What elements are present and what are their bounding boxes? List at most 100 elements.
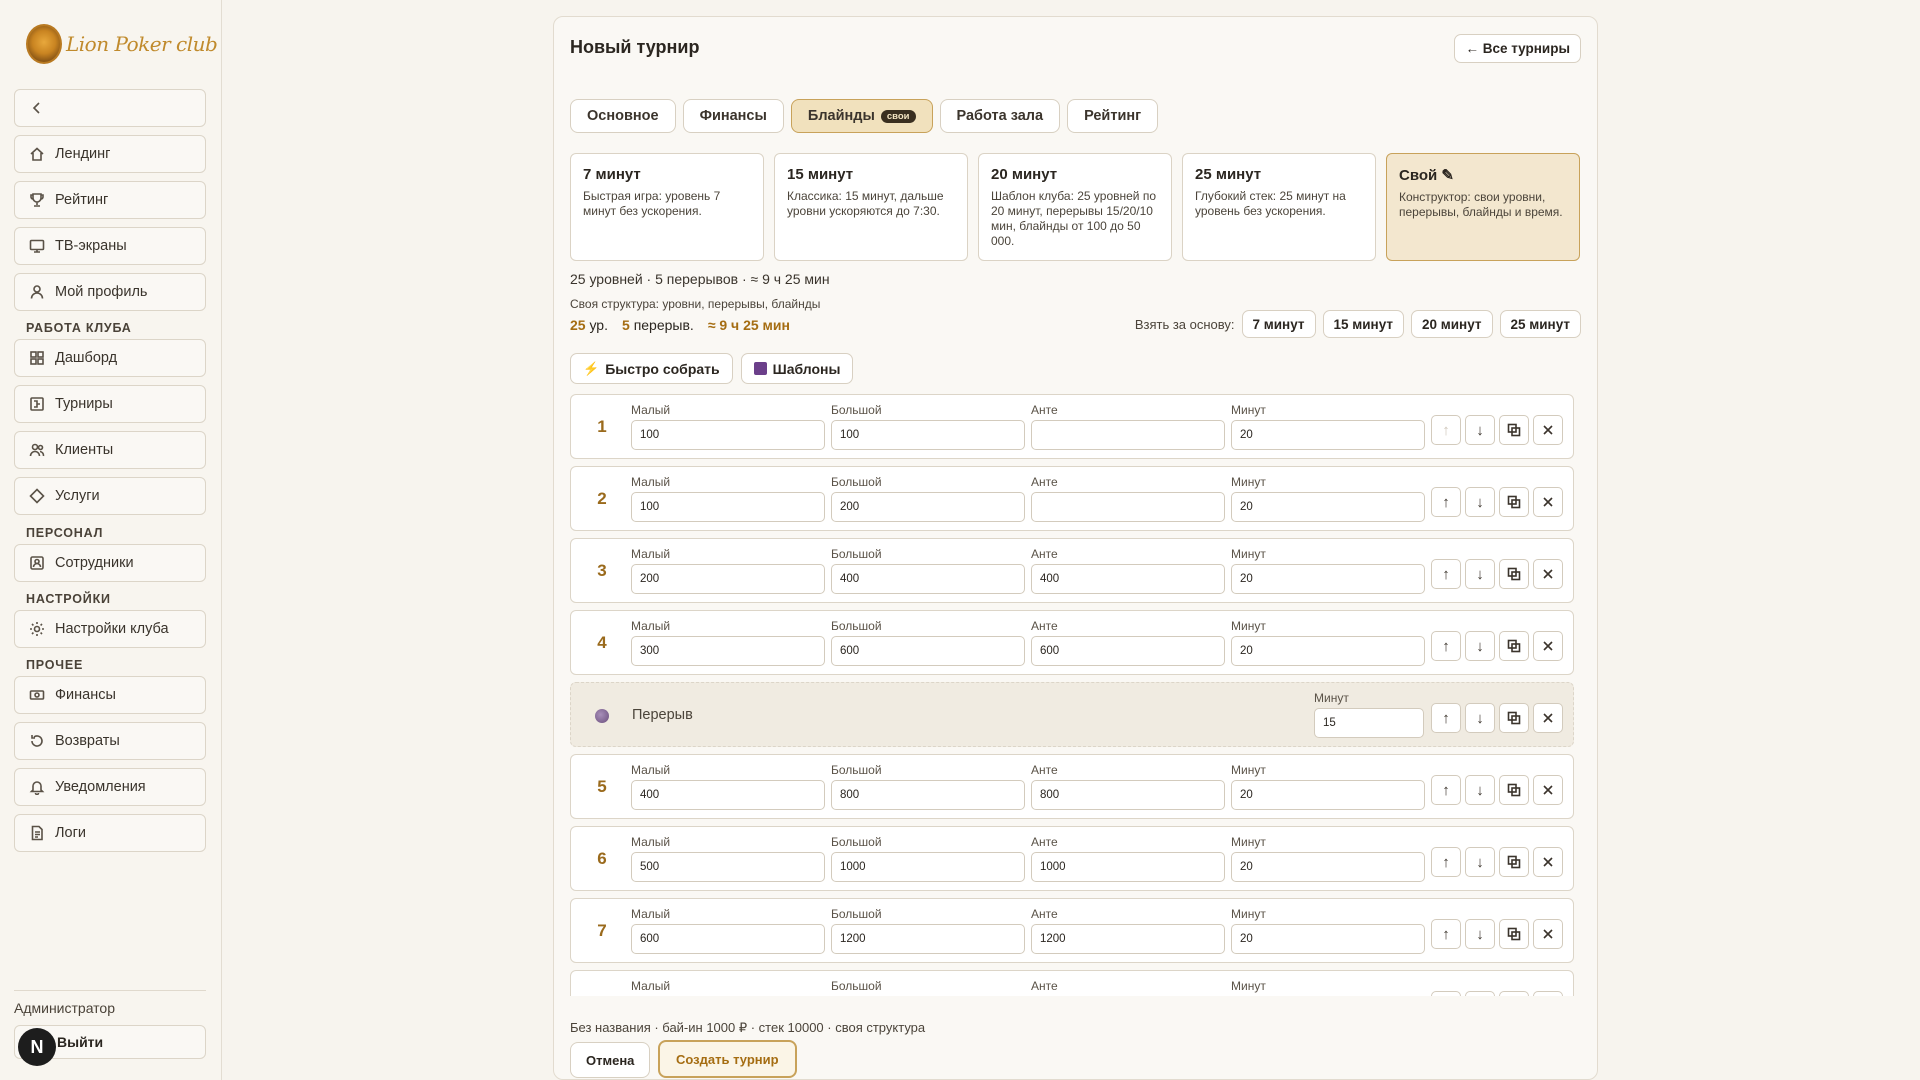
small-input[interactable]: 100 (631, 492, 825, 522)
move-up-button[interactable]: ↑ (1431, 631, 1461, 661)
delete-button[interactable] (1533, 703, 1563, 733)
delete-button[interactable] (1533, 415, 1563, 445)
move-down-button[interactable]: ↓ (1465, 487, 1495, 517)
sidebar-item-dashboard[interactable]: Дашборд (14, 339, 206, 377)
minutes-input[interactable]: 20 (1231, 564, 1425, 594)
sidebar-item-profile[interactable]: Мой профиль (14, 273, 206, 311)
small-input[interactable]: 400 (631, 780, 825, 810)
create-tournament-button[interactable]: Создать турнир (658, 1040, 797, 1078)
ante-input[interactable]: 1000 (1031, 852, 1225, 882)
preset-custom[interactable]: Свой ✎ Конструктор: свои уровни, перерывы… (1386, 153, 1580, 261)
sidebar-item-rating[interactable]: Рейтинг (14, 181, 206, 219)
big-input[interactable]: 600 (831, 636, 1025, 666)
preset-15-min[interactable]: 15 минут Классика: 15 минут, дальше уровн… (774, 153, 968, 261)
move-down-button[interactable]: ↓ (1465, 919, 1495, 949)
minutes-input[interactable]: 20 (1231, 852, 1425, 882)
minutes-input[interactable]: 20 (1231, 636, 1425, 666)
tab-rating[interactable]: Рейтинг (1067, 99, 1159, 133)
delete-button[interactable] (1533, 847, 1563, 877)
base-25-min-button[interactable]: 25 минут (1499, 310, 1581, 338)
sidebar-item-refunds[interactable]: Возвраты (14, 722, 206, 760)
move-up-button[interactable]: ↑ (1431, 847, 1461, 877)
preset-7-min[interactable]: 7 минут Быстрая игра: уровень 7 минут без… (570, 153, 764, 261)
sidebar-item-notifications[interactable]: Уведомления (14, 768, 206, 806)
move-up-button[interactable]: ↑ (1431, 775, 1461, 805)
sidebar-collapse-button[interactable] (14, 89, 206, 127)
big-input[interactable]: 1200 (831, 924, 1025, 954)
sidebar-item-services[interactable]: Услуги (14, 477, 206, 515)
big-input[interactable]: 400 (831, 564, 1025, 594)
move-down-button[interactable]: ↓ (1465, 415, 1495, 445)
tab-hall-work[interactable]: Работа зала (939, 99, 1061, 133)
move-down-button[interactable]: ↓ (1465, 847, 1495, 877)
move-down-button[interactable]: ↓ (1465, 559, 1495, 589)
move-down-button[interactable]: ↓ (1465, 775, 1495, 805)
delete-button[interactable] (1533, 487, 1563, 517)
minutes-input[interactable]: 20 (1231, 492, 1425, 522)
big-input[interactable]: 200 (831, 492, 1025, 522)
minutes-input[interactable]: 20 (1231, 780, 1425, 810)
minutes-input[interactable]: 20 (1231, 420, 1425, 450)
delete-button[interactable] (1533, 775, 1563, 805)
small-input[interactable]: 600 (631, 924, 825, 954)
move-up-button[interactable]: ↑ (1431, 991, 1461, 996)
ante-input[interactable]: 800 (1031, 780, 1225, 810)
minutes-input[interactable]: 20 (1231, 924, 1425, 954)
move-down-button[interactable]: ↓ (1465, 991, 1495, 996)
small-input[interactable]: 100 (631, 420, 825, 450)
ante-input[interactable]: 600 (1031, 636, 1225, 666)
duplicate-button[interactable] (1499, 415, 1529, 445)
sidebar-item-clients[interactable]: Клиенты (14, 431, 206, 469)
cancel-button[interactable]: Отмена (570, 1042, 651, 1078)
base-7-min-button[interactable]: 7 минут (1241, 310, 1316, 338)
move-up-button[interactable]: ↑ (1431, 919, 1461, 949)
sidebar-item-tv-screens[interactable]: ТВ-экраны (14, 227, 206, 265)
duplicate-button[interactable] (1499, 775, 1529, 805)
duplicate-button[interactable] (1499, 847, 1529, 877)
delete-button[interactable] (1533, 991, 1563, 996)
move-up-button[interactable]: ↑ (1431, 559, 1461, 589)
tab-blinds[interactable]: Блайнды свои (790, 99, 933, 133)
sidebar-item-finance[interactable]: Финансы (14, 676, 206, 714)
tab-finance[interactable]: Финансы (682, 99, 784, 133)
small-input[interactable]: 300 (631, 636, 825, 666)
small-input[interactable]: 500 (631, 852, 825, 882)
small-input[interactable]: 200 (631, 564, 825, 594)
preset-25-min[interactable]: 25 минут Глубокий стек: 25 минут на урове… (1182, 153, 1376, 261)
duplicate-button[interactable] (1499, 991, 1529, 996)
all-tournaments-button[interactable]: ← Все турниры (1454, 34, 1581, 63)
base-20-min-button[interactable]: 20 минут (1411, 310, 1493, 338)
duplicate-button[interactable] (1499, 559, 1529, 589)
sidebar-item-landing[interactable]: Лендинг (14, 135, 206, 173)
n-avatar-badge[interactable]: N (18, 1028, 56, 1066)
ante-input[interactable] (1031, 492, 1225, 522)
preset-20-min[interactable]: 20 минут Шаблон клуба: 25 уровней по 20 м… (978, 153, 1172, 261)
delete-button[interactable] (1533, 631, 1563, 661)
big-input[interactable]: 100 (831, 420, 1025, 450)
move-up-button[interactable]: ↑ (1431, 703, 1461, 733)
duplicate-button[interactable] (1499, 703, 1529, 733)
delete-button[interactable] (1533, 919, 1563, 949)
quick-build-button[interactable]: ⚡ Быстро собрать (570, 353, 733, 384)
ante-input[interactable] (1031, 420, 1225, 450)
sidebar-item-employees[interactable]: Сотрудники (14, 544, 206, 582)
duplicate-button[interactable] (1499, 487, 1529, 517)
sidebar-item-logs[interactable]: Логи (14, 814, 206, 852)
move-up-button[interactable]: ↑ (1431, 487, 1461, 517)
move-down-button[interactable]: ↓ (1465, 703, 1495, 733)
move-down-button[interactable]: ↓ (1465, 631, 1495, 661)
duplicate-button[interactable] (1499, 919, 1529, 949)
base-15-min-button[interactable]: 15 минут (1322, 310, 1404, 338)
big-input[interactable]: 800 (831, 780, 1025, 810)
sidebar-item-club-settings[interactable]: Настройки клуба (14, 610, 206, 648)
move-up-button[interactable]: ↑ (1431, 415, 1461, 445)
sidebar-item-tournaments[interactable]: Турниры (14, 385, 206, 423)
tab-basic[interactable]: Основное (570, 99, 676, 133)
brand-logo[interactable]: Lion Poker club (26, 24, 218, 64)
duplicate-button[interactable] (1499, 631, 1529, 661)
delete-button[interactable] (1533, 559, 1563, 589)
ante-input[interactable]: 400 (1031, 564, 1225, 594)
templates-button[interactable]: Шаблоны (740, 353, 854, 384)
ante-input[interactable]: 1200 (1031, 924, 1225, 954)
big-input[interactable]: 1000 (831, 852, 1025, 882)
